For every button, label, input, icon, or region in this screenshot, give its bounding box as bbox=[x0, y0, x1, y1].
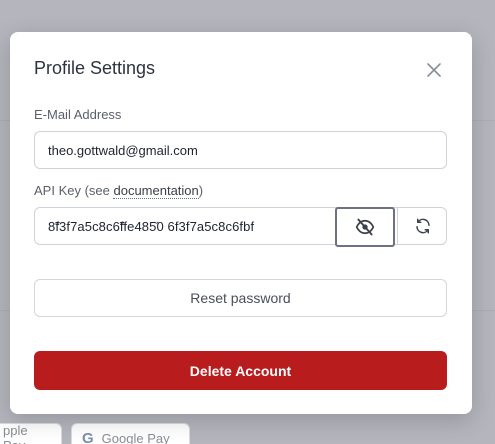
reset-password-button[interactable]: Reset password bbox=[34, 279, 447, 317]
refresh-icon bbox=[415, 218, 430, 234]
profile-settings-dialog: Profile Settings E-Mail Address theo.got… bbox=[10, 32, 472, 414]
email-label: E-Mail Address bbox=[34, 107, 122, 122]
email-field[interactable]: theo.gottwald@gmail.com bbox=[34, 131, 447, 169]
dialog-title: Profile Settings bbox=[34, 58, 156, 78]
apple-pay-label: pple Pay bbox=[3, 423, 28, 444]
api-key-label-suffix: ) bbox=[198, 183, 204, 198]
close-icon bbox=[427, 63, 441, 77]
google-pay-label: Google Pay bbox=[101, 430, 170, 444]
email-value: theo.gottwald@gmail.com bbox=[48, 142, 198, 158]
regenerate-key-button[interactable] bbox=[397, 208, 447, 244]
api-key-label: API Key (see documentation) bbox=[34, 183, 204, 199]
toggle-visibility-button[interactable] bbox=[335, 207, 395, 247]
api-key-field[interactable]: 8̃f3f7a5c8c6̃ffe485̆0 6f3f7a5c8c6fbf bbox=[34, 207, 447, 247]
eye-off-icon bbox=[355, 218, 375, 236]
api-key-value: 8̃f3f7a5c8c6̃ffe485̆0 6f3f7a5c8c6fbf bbox=[48, 218, 255, 234]
documentation-link[interactable]: documentation bbox=[113, 183, 199, 199]
google-icon: G bbox=[82, 429, 94, 444]
google-pay-button: G Google Pay bbox=[71, 423, 190, 444]
apple-pay-button: pple Pay bbox=[0, 423, 62, 444]
api-key-label-prefix: API Key (see bbox=[34, 183, 114, 198]
close-button[interactable] bbox=[422, 58, 446, 82]
delete-account-button[interactable]: Delete Account bbox=[34, 351, 447, 390]
